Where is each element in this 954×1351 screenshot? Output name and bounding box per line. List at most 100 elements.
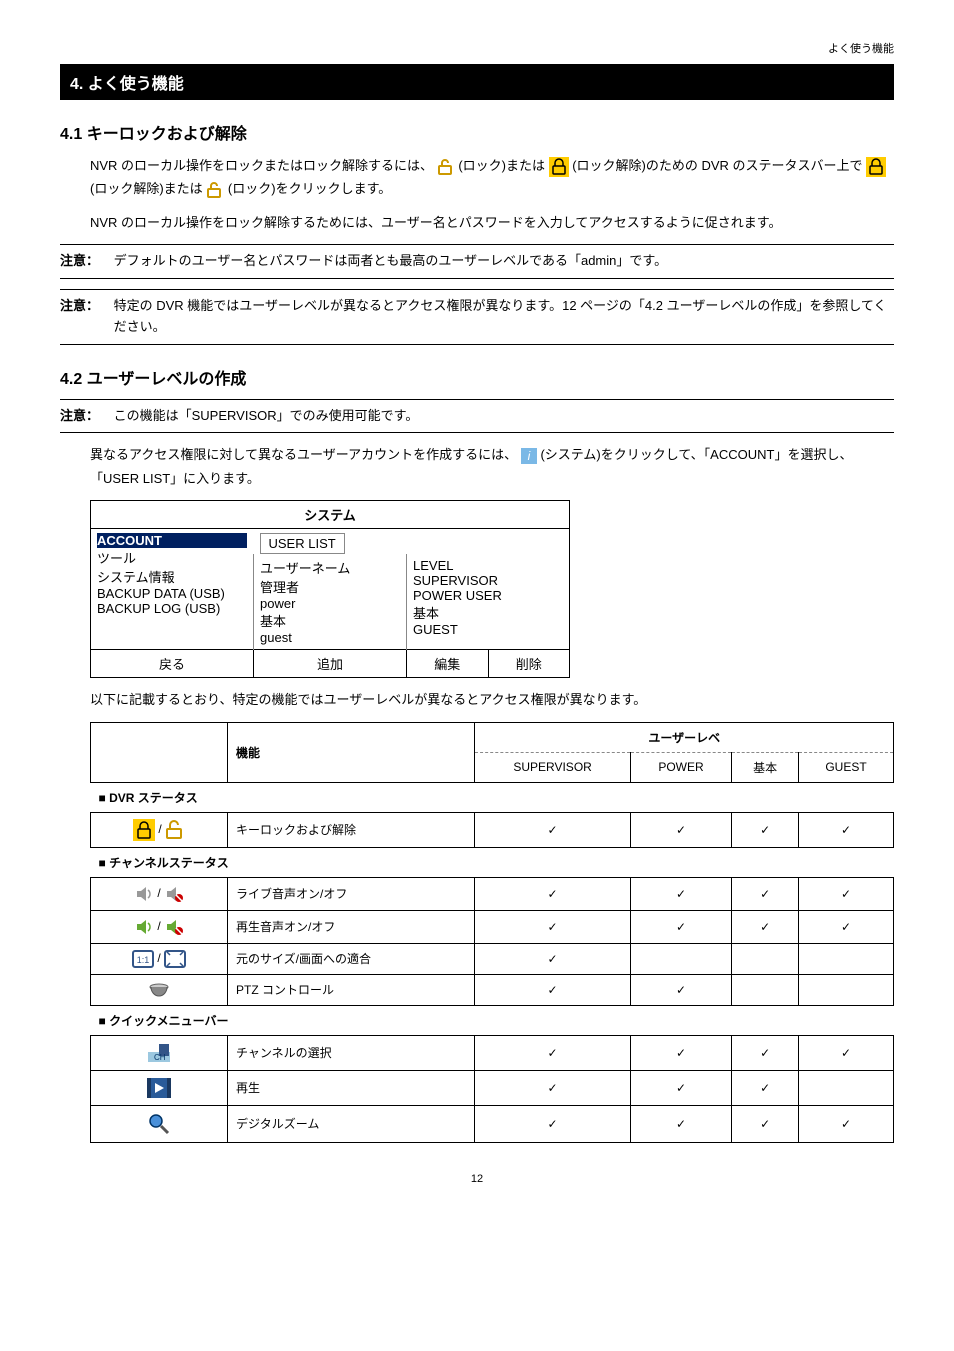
lock-yellow-box-icon [133,819,155,841]
icon-cell: / [91,877,228,910]
feature-name: 再生 [228,1070,475,1105]
section-channel-status: ■ チャンネルステータス [91,847,894,877]
blank [799,1070,894,1105]
fit-screen-icon [164,950,186,968]
cell: SUPERVISOR [413,573,563,588]
system-title: システム [91,501,570,529]
icon-cell [91,1070,228,1105]
check: ✓ [475,910,630,943]
text-fragment: (ロック)をクリックします。 [228,181,391,196]
text-fragment: 異なるアクセス権限に対して異なるユーザーアカウントを作成するには、 [90,447,517,462]
note-block-1: 注意： デフォルトのユーザー名とパスワードは両者とも最高のユーザーレベルである「… [60,244,894,279]
feature-name: ライブ音声オン/オフ [228,877,475,910]
th-blank [91,722,228,782]
col-header: LEVEL [413,558,563,573]
speaker-mute-green-icon [164,917,184,937]
check: ✓ [799,877,894,910]
th-guest: GUEST [799,752,894,782]
check: ✓ [732,1070,799,1105]
blank [799,943,894,974]
check: ✓ [799,910,894,943]
s41-paragraph-1: NVR のローカル操作をロックまたはロック解除するには、 (ロック)または (ロ… [90,154,894,201]
check: ✓ [475,943,630,974]
system-dialog-table: システム ACCOUNT ツール システム情報 BACKUP DATA (USB… [90,500,570,678]
page-header-right: よく使う機能 [60,40,894,56]
lock-yellow-box-icon [549,157,569,177]
check: ✓ [799,1035,894,1070]
cell: 管理者 [260,577,400,596]
check: ✓ [475,1035,630,1070]
s42-paragraph-2: 以下に記載するとおり、特定の機能ではユーザーレベルが異なるとアクセス権限が異なり… [90,688,894,711]
note-text: デフォルトのユーザー名とパスワードは両者とも最高のユーザーレベルである「admi… [114,251,888,272]
cell: GUEST [413,622,563,637]
icon-cell: CH [91,1035,228,1070]
zoom-icon [147,1112,171,1136]
blank [732,974,799,1005]
check: ✓ [630,974,731,1005]
playback-icon [146,1077,172,1099]
ptz-dome-icon [148,981,170,999]
cell: 基本 [413,603,563,622]
feature-name: 再生音声オン/オフ [228,910,475,943]
check: ✓ [732,910,799,943]
chapter-title-bar: 4. よく使う機能 [60,64,894,100]
user-list-box: USER LIST [260,533,345,554]
cell: power [260,596,400,611]
note-label: 注意： [60,296,110,317]
check: ✓ [799,1105,894,1142]
page-number: 12 [60,1173,894,1185]
icon-cell [91,974,228,1005]
feature-permission-table: 機能 ユーザーレベ SUPERVISOR POWER 基本 GUEST ■ DV… [90,722,894,1143]
feature-name: チャンネルの選択 [228,1035,475,1070]
col-header: ユーザーネーム [260,558,400,577]
note-label: 注意： [60,406,110,427]
icon-cell: 1:1 / [91,943,228,974]
delete-button: 削除 [488,650,570,678]
check: ✓ [475,1070,630,1105]
section-dvr-status: ■ DVR ステータス [91,782,894,812]
th-func: 機能 [228,722,475,782]
cell: guest [260,630,400,645]
check: ✓ [630,877,731,910]
check: ✓ [732,1105,799,1142]
text-fragment: NVR のローカル操作をロックまたはロック解除するには、 [90,158,433,173]
blank [630,943,731,974]
th-power: POWER [630,752,731,782]
icon-cell: / [91,812,228,847]
feature-name: デジタルズーム [228,1105,475,1142]
lock-yellow-box-icon [866,157,886,177]
note-block-2: 注意： 特定の DVR 機能ではユーザーレベルが異なるとアクセス権限が異なります… [60,289,894,345]
note-label: 注意： [60,251,110,272]
note-text: 特定の DVR 機能ではユーザーレベルが異なるとアクセス権限が異なります。12 … [114,296,888,338]
lock-open-yellow-icon [206,181,224,199]
section-quick-menu: ■ クイックメニューバー [91,1005,894,1035]
blank [799,974,894,1005]
system-left-col: ACCOUNT ツール システム情報 BACKUP DATA (USB) BAC… [91,529,254,650]
text-fragment: (ロック解除)のための DVR のステータスバー上で [572,158,866,173]
channel-select-icon: CH [146,1042,172,1064]
check: ✓ [630,1035,731,1070]
feature-name: キーロックおよび解除 [228,812,475,847]
check: ✓ [630,812,731,847]
section-4-1-heading: 4.1 キーロックおよび解除 [60,120,894,144]
note-block-3: 注意： この機能は「SUPERVISOR」でのみ使用可能です。 [60,399,894,434]
menu-item: システム情報 [97,567,247,586]
check: ✓ [630,1105,731,1142]
menu-item: BACKUP LOG (USB) [97,601,247,616]
menu-item: ツール [97,548,247,567]
check: ✓ [732,1035,799,1070]
check: ✓ [475,1105,630,1142]
speaker-green-icon [134,917,154,937]
section-4-2-heading: 4.2 ユーザーレベルの作成 [60,365,894,389]
icon-cell: / [91,910,228,943]
account-item: ACCOUNT [97,533,247,548]
check: ✓ [799,812,894,847]
cell: POWER USER [413,588,563,603]
icon-cell [91,1105,228,1142]
username-col: ユーザーネーム 管理者 power 基本 guest [254,554,407,650]
svg-text:CH: CH [154,1053,166,1062]
speaker-mute-gray-icon [164,884,184,904]
blank [732,943,799,974]
text-fragment: (ロック解除)または [90,181,206,196]
text-fragment: (ロック)または [458,158,548,173]
